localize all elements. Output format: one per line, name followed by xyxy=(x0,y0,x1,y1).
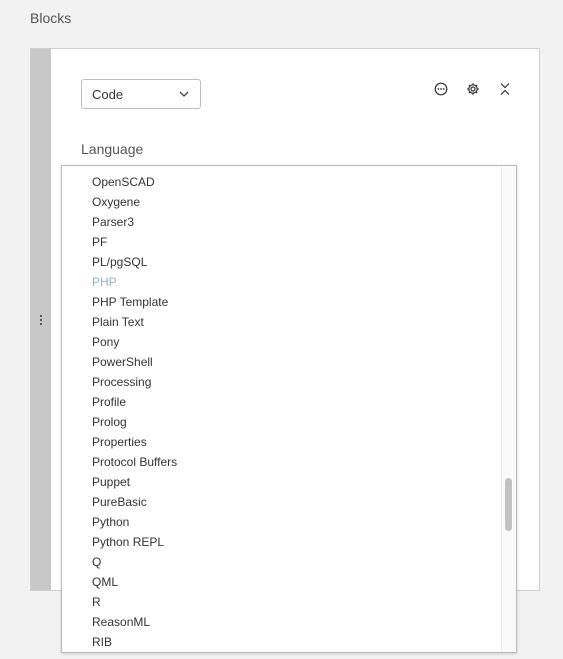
language-option[interactable]: Python xyxy=(62,512,500,532)
language-option[interactable]: PureBasic xyxy=(62,492,500,512)
language-option[interactable]: PL/pgSQL xyxy=(62,252,500,272)
gear-icon xyxy=(467,83,479,95)
language-label: Language xyxy=(81,141,144,157)
language-option[interactable]: Plain Text xyxy=(62,312,500,332)
language-option[interactable]: Oxygene xyxy=(62,192,500,212)
scrollbar-thumb[interactable] xyxy=(505,478,512,531)
language-option[interactable]: OpenSCAD xyxy=(62,172,500,192)
language-option[interactable]: Protocol Buffers xyxy=(62,452,500,472)
language-option[interactable]: PF xyxy=(62,232,500,252)
language-option[interactable]: Puppet xyxy=(62,472,500,492)
language-option[interactable]: PHP Template xyxy=(62,292,500,312)
more-options-icon xyxy=(434,82,448,96)
language-dropdown[interactable]: OpenSCAD Oxygene Parser3 PF PL/pgSQL PHP PHP T… xyxy=(61,165,517,653)
more-options-button[interactable] xyxy=(431,79,451,99)
collapse-button[interactable] xyxy=(495,79,515,99)
dropdown-scrollbar[interactable] xyxy=(501,166,516,652)
language-option[interactable]: Prolog xyxy=(62,412,500,432)
language-option[interactable]: Profile xyxy=(62,392,500,412)
block-type-select[interactable]: Code xyxy=(81,79,201,109)
collapse-icon xyxy=(500,83,510,95)
language-option-list: OpenSCAD Oxygene Parser3 PF PL/pgSQL PHP PHP T… xyxy=(62,172,500,652)
language-option[interactable]: Processing xyxy=(62,372,500,392)
language-option[interactable]: Parser3 xyxy=(62,212,500,232)
language-option[interactable]: Q xyxy=(62,552,500,572)
settings-button[interactable] xyxy=(463,79,483,99)
language-option[interactable]: PHP xyxy=(62,272,500,292)
language-option[interactable]: Pony xyxy=(62,332,500,352)
chevron-down-icon xyxy=(179,91,189,97)
block-toolbar xyxy=(431,79,515,99)
drag-handle-icon xyxy=(40,314,42,325)
language-option[interactable]: Properties xyxy=(62,432,500,452)
block-drag-handle[interactable] xyxy=(31,49,51,590)
language-option[interactable]: R xyxy=(62,592,500,612)
language-option[interactable]: RIB xyxy=(62,632,500,652)
block-type-value: Code xyxy=(92,86,124,102)
language-option[interactable]: QML xyxy=(62,572,500,592)
page-title: Blocks xyxy=(30,10,72,26)
language-option[interactable]: Python REPL xyxy=(62,532,500,552)
language-option[interactable]: ReasonML xyxy=(62,612,500,632)
language-option[interactable]: PowerShell xyxy=(62,352,500,372)
